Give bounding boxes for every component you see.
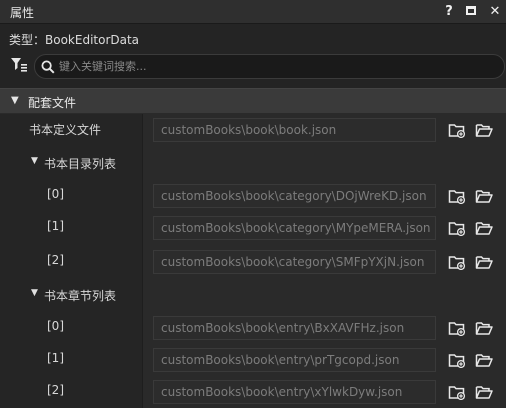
property-label: [1]: [47, 351, 64, 365]
maximize-icon: [466, 6, 476, 15]
open-folder-icon[interactable]: [475, 220, 493, 236]
group-collapse-icon[interactable]: ▼: [31, 288, 38, 298]
property-label: [2]: [47, 253, 64, 267]
new-folder-icon[interactable]: [448, 254, 466, 270]
search-input[interactable]: [59, 58, 489, 75]
new-folder-icon[interactable]: [448, 122, 466, 138]
open-folder-icon[interactable]: [475, 384, 493, 400]
type-label: 类型：BookEditorData: [9, 33, 140, 47]
path-field[interactable]: customBooks\book\book.json: [153, 118, 436, 142]
path-field[interactable]: customBooks\book\entry\prTgcopd.json: [153, 348, 436, 372]
new-folder-icon[interactable]: [448, 320, 466, 336]
properties-panel: 属性 ? ✕ 类型：BookEditorData ▼ 配套文件 书本定义文件 cu…: [0, 0, 506, 408]
property-label: 书本定义文件: [29, 123, 102, 137]
open-folder-icon[interactable]: [475, 122, 493, 138]
path-field[interactable]: customBooks\book\entry\xYlwkDyw.json: [153, 380, 436, 404]
property-label: [1]: [47, 219, 64, 233]
property-row: [1] customBooks\book\category\MYpeMERA.js…: [0, 213, 506, 241]
path-field[interactable]: customBooks\book\category\SMFpYXjN.json: [153, 250, 436, 274]
maximize-button[interactable]: [462, 2, 480, 22]
group-row: ▼ 书本章节列表: [0, 281, 506, 309]
group-row: ▼ 书本目录列表: [0, 149, 506, 177]
property-row: [2] customBooks\book\category\SMFpYXjN.js…: [0, 247, 506, 275]
group-label: 书本目录列表: [44, 157, 117, 171]
path-field[interactable]: customBooks\book\entry\BxXAVFHz.json: [153, 316, 436, 340]
path-field[interactable]: customBooks\book\category\MYpeMERA.json: [153, 216, 436, 240]
property-row: [2] customBooks\book\entry\xYlwkDyw.json: [0, 377, 506, 405]
open-folder-icon[interactable]: [475, 188, 493, 204]
close-button[interactable]: ✕: [486, 2, 504, 22]
property-row: [1] customBooks\book\entry\prTgcopd.json: [0, 345, 506, 373]
search-icon: [41, 60, 55, 74]
open-folder-icon[interactable]: [475, 254, 493, 270]
search-box: [34, 54, 505, 79]
filter-icon[interactable]: [10, 57, 28, 73]
open-folder-icon[interactable]: [475, 320, 493, 336]
property-label: [0]: [47, 319, 64, 333]
title-bar: 属性 ? ✕: [0, 0, 506, 24]
collapse-triangle-icon: ▼: [11, 95, 19, 106]
group-label: 书本章节列表: [44, 289, 117, 303]
help-button[interactable]: ?: [440, 2, 458, 22]
property-label: [2]: [47, 383, 64, 397]
group-collapse-icon[interactable]: ▼: [31, 156, 38, 166]
property-row: 书本定义文件 customBooks\book\book.json: [0, 115, 506, 143]
property-row: [0] customBooks\book\entry\BxXAVFHz.json: [0, 313, 506, 341]
new-folder-icon[interactable]: [448, 384, 466, 400]
property-label: [0]: [47, 187, 64, 201]
new-folder-icon[interactable]: [448, 188, 466, 204]
new-folder-icon[interactable]: [448, 220, 466, 236]
section-label: 配套文件: [28, 96, 77, 110]
new-folder-icon[interactable]: [448, 352, 466, 368]
property-row: [0] customBooks\book\category\DOjWreKD.js…: [0, 181, 506, 209]
open-folder-icon[interactable]: [475, 352, 493, 368]
section-header[interactable]: ▼ 配套文件: [0, 88, 506, 114]
path-field[interactable]: customBooks\book\category\DOjWreKD.json: [153, 184, 436, 208]
window-title: 属性: [10, 6, 35, 20]
